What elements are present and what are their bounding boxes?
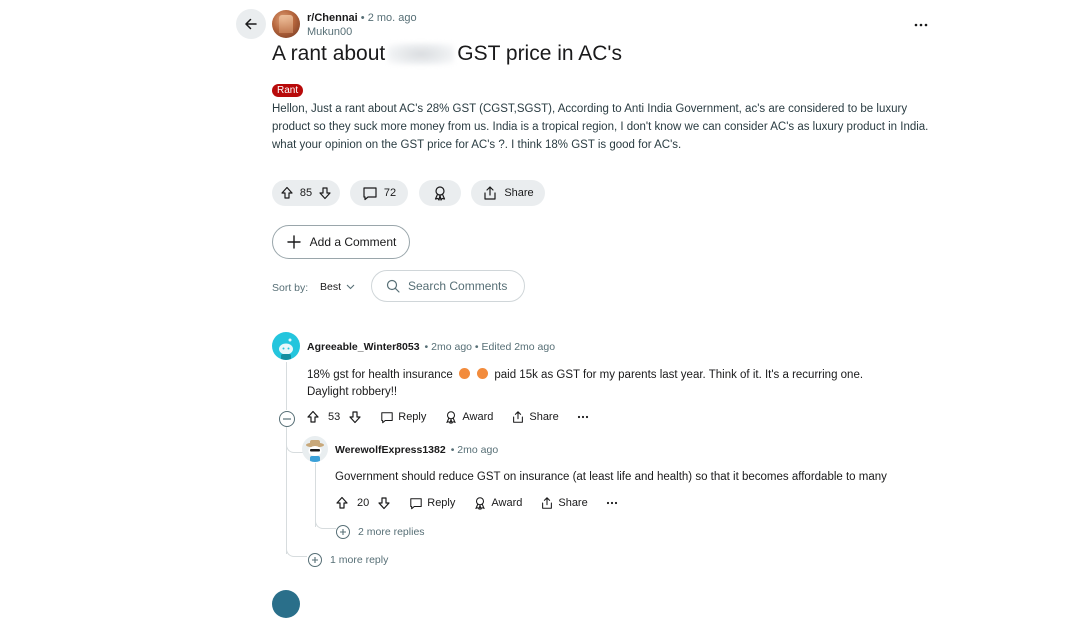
chevron-down-icon <box>346 284 355 290</box>
comment-more-options-button[interactable] <box>606 501 618 505</box>
comment-icon <box>380 411 394 424</box>
comment-action-bar: 20 Reply Award Share <box>335 496 618 510</box>
comment-text-start: 18% gst for health insurance <box>307 369 453 381</box>
sort-label: Sort by: <box>272 282 309 294</box>
share-button[interactable]: Share <box>540 496 588 510</box>
snoo-avatar-icon <box>306 440 324 462</box>
plus-circle-icon <box>308 553 322 567</box>
more-replies-link[interactable]: 2 more replies <box>336 525 425 539</box>
vote-pill: 85 <box>272 180 340 206</box>
comment-username[interactable]: WerewolfExpress1382 <box>335 444 446 456</box>
comment-vote-count: 53 <box>328 411 341 423</box>
search-placeholder: Search Comments <box>408 279 508 293</box>
share-icon <box>482 185 498 201</box>
post-title: A rant about GST price in AC's <box>272 42 622 66</box>
downvote-icon[interactable] <box>318 186 332 200</box>
comment-meta: • 2mo ago <box>450 444 499 456</box>
comments-button[interactable]: 72 <box>350 180 408 206</box>
award-label: Award <box>462 411 494 423</box>
avatar[interactable] <box>302 436 328 462</box>
more-horizontal-icon <box>606 501 617 505</box>
thread-branch <box>286 546 307 557</box>
comment-icon <box>362 186 378 201</box>
post-title-end: GST price in AC's <box>457 42 622 65</box>
award-button[interactable] <box>419 180 461 206</box>
share-label: Share <box>558 497 588 509</box>
comment-vote-count: 20 <box>357 497 370 509</box>
more-replies-link[interactable]: 1 more reply <box>308 553 388 567</box>
emoji-angry-icon <box>458 368 470 379</box>
more-replies-label: 2 more replies <box>358 526 425 538</box>
plus-icon <box>286 234 302 250</box>
sort-dropdown[interactable]: Best <box>320 281 355 293</box>
award-icon <box>444 410 458 424</box>
reply-label: Reply <box>427 497 456 509</box>
back-button[interactable] <box>236 9 266 39</box>
comment-username[interactable]: Agreeable_Winter8053 <box>307 341 420 353</box>
award-button[interactable]: Award <box>444 410 493 424</box>
award-button[interactable]: Award <box>473 496 522 510</box>
avatar[interactable] <box>272 590 300 618</box>
comment-vote: 20 <box>335 496 391 510</box>
post-flair[interactable]: Rant <box>272 84 304 97</box>
post-author[interactable]: Mukun00 <box>307 26 352 38</box>
post-body: Hellon, Just a rant about AC's 28% GST (… <box>272 103 929 151</box>
collapse-thread-button[interactable] <box>279 411 295 427</box>
search-comments-input[interactable]: Search Comments <box>371 270 525 302</box>
post-time: • 2 mo. ago <box>360 12 417 24</box>
comment-count: 72 <box>383 187 397 199</box>
avatar[interactable] <box>272 332 300 360</box>
comment-vote: 53 <box>306 410 362 424</box>
post-more-options-button[interactable] <box>914 14 928 32</box>
award-icon <box>432 185 448 201</box>
share-button[interactable]: Share <box>471 180 545 206</box>
comment-action-bar: 53 Reply Award Share <box>306 410 589 424</box>
post-vote-count: 85 <box>299 187 313 199</box>
comment-meta: • 2mo ago • Edited 2mo ago <box>424 341 556 353</box>
sort-value: Best <box>320 281 342 293</box>
snoo-avatar-icon <box>279 338 293 360</box>
subreddit-avatar[interactable] <box>272 10 300 38</box>
upvote-icon[interactable] <box>335 496 349 510</box>
post-title-start: A rant about <box>272 42 386 65</box>
add-comment-button[interactable]: Add a Comment <box>272 225 410 259</box>
share-label: Share <box>504 187 534 199</box>
emoji-angry-icon <box>477 368 489 379</box>
thread-branch <box>286 440 303 453</box>
thread-line[interactable] <box>286 362 287 410</box>
award-label: Award <box>491 497 523 509</box>
comment-header: WerewolfExpress1382 • 2mo ago <box>335 444 498 456</box>
comment-header: Agreeable_Winter8053 • 2mo ago • Edited … <box>307 341 555 353</box>
reply-button[interactable]: Reply <box>409 497 455 510</box>
redacted-text-blur <box>388 43 455 66</box>
downvote-icon[interactable] <box>377 496 391 510</box>
reply-label: Reply <box>398 411 427 423</box>
reply-button[interactable]: Reply <box>380 411 426 424</box>
search-icon <box>386 279 400 293</box>
subreddit-line: r/Chennai • 2 mo. ago <box>307 12 417 24</box>
comment-icon <box>409 497 423 510</box>
more-replies-label: 1 more reply <box>330 554 389 566</box>
share-button[interactable]: Share <box>511 410 559 424</box>
more-horizontal-icon <box>914 23 928 27</box>
award-icon <box>473 496 487 510</box>
add-comment-label: Add a Comment <box>309 235 397 249</box>
upvote-icon[interactable] <box>280 186 294 200</box>
share-label: Share <box>529 411 559 423</box>
comment-body: Government should reduce GST on insuranc… <box>335 471 887 483</box>
share-icon <box>540 496 554 510</box>
arrow-left-icon <box>243 16 259 32</box>
thread-branch <box>315 518 336 529</box>
downvote-icon[interactable] <box>348 410 362 424</box>
plus-circle-icon <box>336 525 350 539</box>
subreddit-link[interactable]: r/Chennai <box>307 12 358 24</box>
comment-body: 18% gst for health insurance paid 15k as… <box>307 367 907 401</box>
more-horizontal-icon <box>577 415 588 419</box>
share-icon <box>511 410 525 424</box>
minus-icon <box>283 418 291 420</box>
comment-more-options-button[interactable] <box>577 415 589 419</box>
upvote-icon[interactable] <box>306 410 320 424</box>
